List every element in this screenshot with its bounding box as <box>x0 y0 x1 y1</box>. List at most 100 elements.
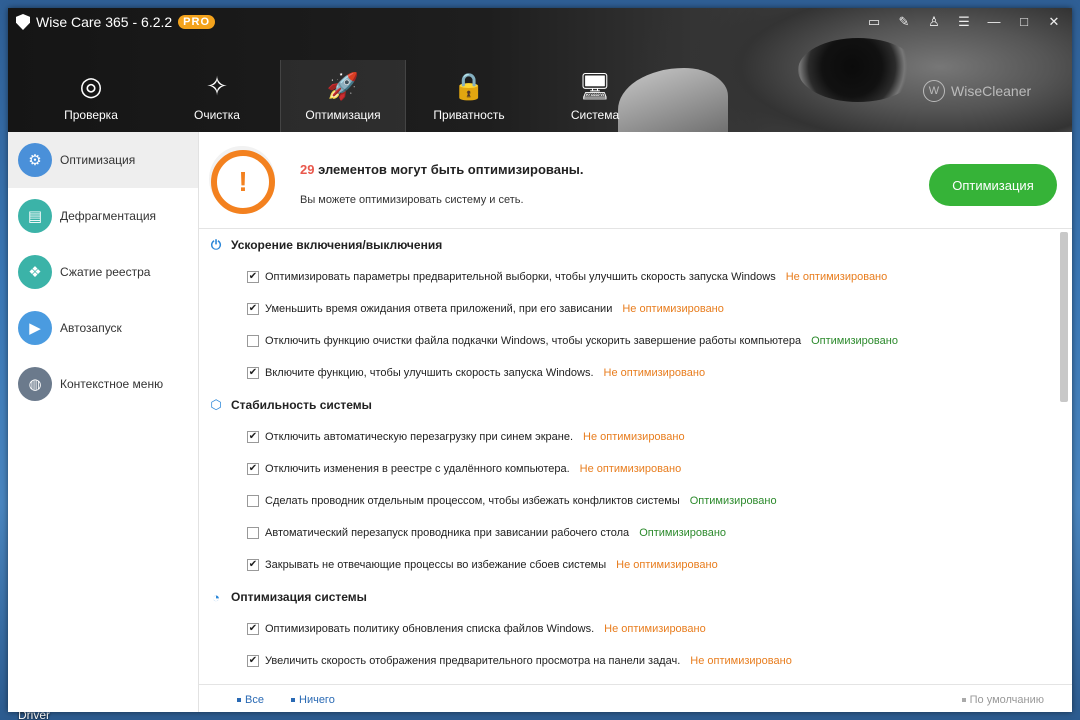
select-none-label: Ничего <box>299 694 335 706</box>
checkbox[interactable]: ✔ <box>247 431 259 443</box>
status-label: Оптимизировано <box>811 335 898 347</box>
sidebar-item-label: Дефрагментация <box>60 209 157 223</box>
checkbox[interactable] <box>247 527 259 539</box>
item-text: Отключить автоматическую перезагрузку пр… <box>265 431 574 443</box>
list-item[interactable]: ✔ Отключить изменения в реестре с удалён… <box>199 453 1059 485</box>
summary-subtitle: Вы можете оптимизировать систему и сеть. <box>300 194 524 206</box>
radar-icon: ◎ <box>79 71 103 101</box>
item-text: Сделать проводник отдельным процессом, ч… <box>265 495 680 507</box>
broom-icon: ✧ <box>206 71 228 101</box>
checkbox[interactable]: ✔ <box>247 303 259 315</box>
list-item[interactable]: ✔ Включите функцию, чтобы улучшить скоро… <box>199 357 1059 389</box>
edit-icon[interactable]: ✎ <box>896 14 912 30</box>
sidebar-item-context-menu[interactable]: ◍ Контекстное меню <box>8 356 198 412</box>
status-label: Не оптимизировано <box>690 655 792 667</box>
select-all-label: Все <box>245 694 264 706</box>
sidebar-item-defrag[interactable]: ▤ Дефрагментация <box>8 188 198 244</box>
scrollbar-thumb[interactable] <box>1060 232 1068 402</box>
cube-icon: ⬡ <box>210 397 222 412</box>
list-item[interactable]: Автоматический перезапуск проводника при… <box>199 517 1059 549</box>
close-icon[interactable]: ✕ <box>1046 14 1062 30</box>
select-none-link[interactable]: Ничего <box>291 694 335 706</box>
list-item[interactable]: Отключить функцию очистки файла подкачки… <box>199 325 1059 357</box>
checkbox[interactable]: ✔ <box>247 367 259 379</box>
nav-tab-label: Приватность <box>433 108 505 122</box>
nav-tab-privacy[interactable]: 🔒 Приватность <box>406 60 532 132</box>
list-item[interactable]: ✔ Оптимизировать политику обновления спи… <box>199 613 1059 645</box>
status-label: Не оптимизировано <box>579 463 682 475</box>
section-title: Оптимизация системы <box>231 590 367 604</box>
item-text: Оптимизировать параметры предварительной… <box>265 271 776 283</box>
app-logo-icon <box>16 14 30 30</box>
power-icon: ⏻ <box>210 237 222 252</box>
sidebar-item-optimization[interactable]: ⚙ Оптимизация <box>8 132 198 188</box>
eagle-eye-image <box>798 38 918 102</box>
menu-icon[interactable]: ☰ <box>956 14 972 30</box>
status-label: Оптимизировано <box>639 527 727 539</box>
app-window: Wise Care 365 - 6.2.2 PRO ▭ ✎ ♙ ☰ — □ ✕ … <box>8 8 1072 712</box>
list-item[interactable]: ✔ Уменьшить время ожидания ответа прилож… <box>199 293 1059 325</box>
list-item[interactable]: Сделать проводник отдельным процессом, ч… <box>199 485 1059 517</box>
sidebar-item-label: Сжатие реестра <box>60 265 151 279</box>
exclamation-icon: ! <box>211 150 275 214</box>
optimize-button[interactable]: Оптимизация <box>929 164 1057 206</box>
window-controls: ▭ ✎ ♙ ☰ — □ ✕ <box>866 14 1062 30</box>
brand-logo: W WiseCleaner <box>923 80 1031 102</box>
sidebar-item-registry[interactable]: ❖ Сжатие реестра <box>8 244 198 300</box>
checkbox[interactable] <box>247 495 259 507</box>
maximize-icon[interactable]: □ <box>1016 14 1032 30</box>
select-all-link[interactable]: Все <box>237 694 264 706</box>
skin-icon[interactable]: ♙ <box>926 14 942 30</box>
list-item[interactable]: ✔ Оптимизировать параметры предварительн… <box>199 261 1059 293</box>
nav-tab-check[interactable]: ◎ Проверка <box>28 60 154 132</box>
list-item[interactable]: ✔ Увеличить скорость отображения предвар… <box>199 645 1059 677</box>
item-text: Отключить функцию очистки файла подкачки… <box>265 335 802 347</box>
item-text: Закрывать не отвечающие процессы во избе… <box>265 559 607 571</box>
status-label: Не оптимизировано <box>785 271 888 283</box>
feedback-icon[interactable]: ▭ <box>866 14 882 30</box>
nav-tab-label: Система <box>570 108 620 122</box>
lock-icon: 🔒 <box>452 71 486 101</box>
item-text: Автоматический перезапуск проводника при… <box>265 527 630 539</box>
section-title: Стабильность системы <box>231 398 372 412</box>
mouse-icon: ◍ <box>18 367 52 401</box>
sidebar: ⚙ Оптимизация ▤ Дефрагментация ❖ Сжатие … <box>8 132 199 712</box>
sidebar-item-label: Контекстное меню <box>60 377 164 391</box>
item-text: Отключить изменения в реестре с удалённо… <box>265 463 570 475</box>
checkbox[interactable]: ✔ <box>247 623 259 635</box>
default-label: По умолчанию <box>969 694 1044 706</box>
checkbox[interactable]: ✔ <box>247 559 259 571</box>
list-item[interactable]: ✔ Отключить автоматическую перезагрузку … <box>199 421 1059 453</box>
nav-tab-optimize[interactable]: 🚀 Оптимизация <box>280 60 406 132</box>
sidebar-item-startup[interactable]: ▶ Автозапуск <box>8 300 198 356</box>
square-bullet-icon <box>291 698 295 703</box>
checkbox[interactable] <box>247 335 259 347</box>
scrollbar[interactable] <box>1060 232 1068 680</box>
section-title: Ускорение включения/выключения <box>231 238 443 252</box>
square-bullet-icon <box>237 698 241 703</box>
square-bullet-icon <box>961 698 966 703</box>
nav-tab-label: Очистка <box>194 108 240 122</box>
play-icon: ▶ <box>18 311 52 345</box>
nav-tab-system[interactable]: 🖥 Система <box>532 60 658 132</box>
warning-badge: ! <box>209 146 275 214</box>
brand-name: WiseCleaner <box>951 83 1032 99</box>
status-label: Не оптимизировано <box>583 431 685 443</box>
default-link[interactable]: По умолчанию <box>961 694 1044 706</box>
checkbox[interactable]: ✔ <box>247 655 259 667</box>
item-text: Оптимизировать политику обновления списк… <box>265 623 595 635</box>
window-title: Wise Care 365 - 6.2.2 PRO <box>16 14 216 30</box>
status-label: Не оптимизировано <box>616 559 718 571</box>
checkbox[interactable]: ✔ <box>247 463 259 475</box>
list-item[interactable]: ✔ Закрывать не отвечающие процессы во из… <box>199 549 1059 581</box>
minimize-icon[interactable]: — <box>986 14 1002 30</box>
nav-tab-label: Оптимизация <box>305 108 381 122</box>
sidebar-item-label: Оптимизация <box>60 153 136 167</box>
optimization-list: ⏻ Ускорение включения/выключения ✔ Оптим… <box>199 229 1059 684</box>
checkbox[interactable]: ✔ <box>247 271 259 283</box>
disk-icon: ▤ <box>18 199 52 233</box>
speedometer-icon: ◔ <box>212 589 220 605</box>
nav-tab-clean[interactable]: ✧ Очистка <box>154 60 280 132</box>
item-text: Увеличить скорость отображения предварит… <box>265 655 681 667</box>
section-header: ◔ Оптимизация системы <box>199 581 1059 613</box>
